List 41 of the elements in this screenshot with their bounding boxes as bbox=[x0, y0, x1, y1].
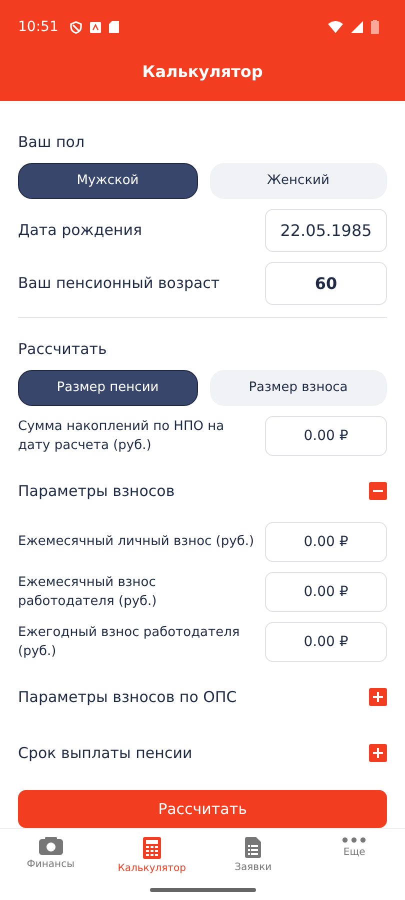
field-label: Ежегодный взнос работодателя (руб.) bbox=[18, 624, 241, 661]
field-label: Дата рождения bbox=[18, 220, 143, 240]
collapse-icon[interactable] bbox=[369, 482, 387, 500]
sd-card-icon bbox=[109, 21, 120, 33]
battery-icon bbox=[371, 20, 379, 34]
document-icon bbox=[245, 836, 262, 858]
nav-tab[interactable]: Заявки bbox=[208, 836, 298, 874]
signal-icon bbox=[351, 21, 363, 33]
section-title: Параметры взносов bbox=[18, 482, 175, 500]
calculation-option[interactable]: Размер взноса bbox=[210, 370, 387, 406]
calculator-icon bbox=[142, 836, 161, 859]
section-title: Параметры взносов по ОПС bbox=[18, 688, 237, 706]
amount-field[interactable]: 0.00 ₽ bbox=[265, 622, 387, 662]
gender-option[interactable]: Женский bbox=[210, 162, 387, 199]
calculation-option[interactable]: Размер пенсии bbox=[18, 370, 198, 406]
expand-icon[interactable] bbox=[369, 688, 387, 706]
notification-icon bbox=[90, 22, 102, 32]
nav-tab[interactable]: Финансы bbox=[6, 836, 96, 874]
gender-option[interactable]: Мужской bbox=[18, 162, 198, 199]
expand-icon[interactable] bbox=[369, 744, 387, 762]
screen-title: Калькулятор bbox=[141, 62, 264, 81]
field-label: Ваш пенсионный возраст bbox=[18, 274, 221, 293]
date-field[interactable]: 22.05.1985 bbox=[265, 208, 387, 252]
field-label: Сумма накоплений по НПО на дату расчета (руб.) bbox=[18, 418, 226, 455]
field-label: Ваш пол bbox=[18, 132, 86, 151]
shield-icon bbox=[70, 20, 82, 34]
amount-field[interactable]: 0.00 ₽ bbox=[265, 572, 387, 612]
more-icon bbox=[342, 836, 366, 843]
wifi-icon bbox=[328, 21, 343, 33]
age-field[interactable]: 60 bbox=[265, 262, 387, 305]
amount-field[interactable]: 0.00 ₽ bbox=[265, 522, 387, 562]
field-label: Рассчитать bbox=[18, 340, 108, 358]
nav-tab[interactable]: Калькулятор bbox=[106, 836, 197, 874]
calculate-button[interactable]: Рассчитать bbox=[18, 790, 387, 828]
nav-tab[interactable]: Еще bbox=[309, 836, 400, 874]
amount-field[interactable]: 0.00 ₽ bbox=[265, 416, 387, 456]
status-time: 10:51 bbox=[18, 19, 58, 35]
section-title: Срок выплаты пенсии bbox=[18, 744, 192, 762]
field-label: Ежемесячный взнос работодателя (руб.) bbox=[18, 574, 158, 611]
camera-icon bbox=[38, 836, 63, 855]
field-label: Ежемесячный личный взнос (руб.) bbox=[18, 533, 255, 552]
